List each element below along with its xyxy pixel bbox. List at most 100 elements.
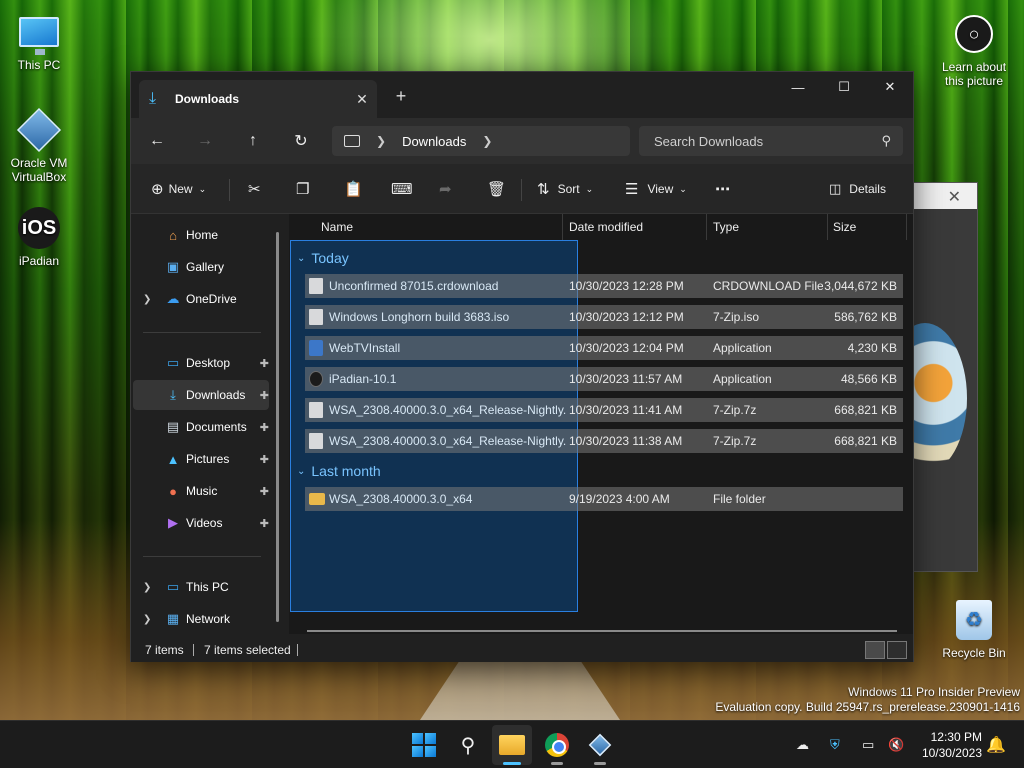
- sidebar-item-desktop[interactable]: ▭ Desktop ✚: [133, 348, 269, 378]
- taskbar: ⚲ ☁ ⛨ ▭ 🔇 12:30 PM 10/30/2023 🔔: [0, 720, 1024, 768]
- up-button[interactable]: ↑: [229, 132, 277, 150]
- pin-icon[interactable]: ✚: [260, 421, 269, 434]
- taskbar-file-explorer[interactable]: [492, 725, 532, 765]
- file-row[interactable]: WSA_2308.40000.3.0_x64 9/19/2023 4:00 AM…: [305, 487, 903, 511]
- paste-button[interactable]: 📋: [344, 164, 363, 214]
- chevron-right-icon[interactable]: ❯: [143, 294, 151, 305]
- taskbar-chrome[interactable]: [537, 725, 577, 765]
- tray-security[interactable]: ⛨: [830, 721, 840, 768]
- chevron-right-icon[interactable]: ❯: [143, 582, 151, 593]
- cut-button[interactable]: ✂: [248, 164, 261, 214]
- chevron-down-icon: ⌄: [297, 252, 306, 264]
- close-window-button[interactable]: ✕: [867, 72, 913, 102]
- pin-icon[interactable]: ✚: [260, 517, 269, 530]
- download-icon: ⤓: [170, 387, 176, 402]
- column-header-date[interactable]: Date modified: [569, 214, 643, 240]
- details-view-button[interactable]: [865, 641, 885, 659]
- navigation-bar: ← → ↑ ↻ ❯ Downloads ❯ Search Downloads ⚲: [131, 118, 913, 164]
- forward-button[interactable]: →: [181, 132, 229, 150]
- desktop-icon-recycle-bin[interactable]: ♻ Recycle Bin: [936, 598, 1012, 660]
- virtualbox-icon: [16, 107, 62, 153]
- file-row[interactable]: WebTVInstall 10/30/2023 12:04 PM Applica…: [305, 336, 903, 360]
- network-icon: ▭: [862, 737, 875, 752]
- copy-icon: ❐: [296, 181, 310, 198]
- start-button[interactable]: [404, 725, 444, 765]
- windows-logo-icon: [412, 733, 436, 757]
- maximize-button[interactable]: ☐: [821, 72, 867, 102]
- sidebar-item-home[interactable]: ⌂ Home: [133, 220, 269, 250]
- address-bar[interactable]: ❯ Downloads ❯: [332, 126, 630, 156]
- chevron-right-icon[interactable]: ❯: [143, 614, 151, 625]
- sidebar-item-music[interactable]: ● Music ✚: [133, 476, 269, 506]
- sidebar-item-videos[interactable]: ▶ Videos ✚: [133, 508, 269, 538]
- sidebar-item-pictures[interactable]: ▲ Pictures ✚: [133, 444, 269, 474]
- sidebar-item-downloads[interactable]: ⤓ Downloads ✚: [133, 380, 269, 410]
- search-input[interactable]: Search Downloads ⚲: [639, 126, 903, 156]
- item-count: 7 items: [145, 643, 184, 657]
- music-icon: ●: [169, 483, 177, 499]
- group-header-last-month[interactable]: ⌄ Last month: [297, 463, 381, 479]
- tab-downloads[interactable]: ⤓ Downloads ✕: [139, 80, 377, 118]
- pin-icon[interactable]: ✚: [260, 453, 269, 466]
- sort-button[interactable]: ⇅ Sort ⌄: [537, 164, 593, 214]
- share-button[interactable]: ➦: [439, 164, 452, 214]
- folder-icon: [309, 493, 325, 505]
- desktop-icon-ipadian[interactable]: iOS iPadian: [1, 206, 77, 268]
- group-header-today[interactable]: ⌄ Today: [297, 250, 349, 266]
- file-row[interactable]: iPadian-10.1 10/30/2023 11:57 AM Applica…: [305, 367, 903, 391]
- back-button[interactable]: ←: [133, 132, 181, 150]
- minimize-button[interactable]: —: [775, 72, 821, 102]
- close-icon[interactable]: ✕: [948, 187, 961, 207]
- taskbar-virtualbox[interactable]: [580, 725, 620, 765]
- desktop-icon-learn-about-picture[interactable]: ○ Learn about this picture: [936, 12, 1012, 88]
- tray-network[interactable]: ▭: [862, 721, 874, 768]
- details-pane-button[interactable]: ◫ Details: [829, 164, 886, 214]
- sidebar-scrollbar[interactable]: [276, 232, 279, 622]
- sidebar-item-this-pc[interactable]: ❯ ▭ This PC: [133, 572, 269, 602]
- pin-icon[interactable]: ✚: [260, 357, 269, 370]
- clipboard-icon: 📋: [344, 181, 363, 198]
- file-row[interactable]: Windows Longhorn build 3683.iso 10/30/20…: [305, 305, 903, 329]
- column-header-size[interactable]: Size: [833, 214, 856, 240]
- desktop-icon-this-pc[interactable]: This PC: [1, 10, 77, 72]
- column-header-type[interactable]: Type: [713, 214, 739, 240]
- taskbar-search-button[interactable]: ⚲: [448, 725, 488, 765]
- tray-volume[interactable]: 🔇: [888, 721, 904, 768]
- sidebar-item-documents[interactable]: ▤ Documents ✚: [133, 412, 269, 442]
- view-button[interactable]: ☰ View ⌄: [625, 164, 687, 214]
- more-options-button[interactable]: ⋯: [715, 164, 730, 214]
- notification-bell-icon[interactable]: 🔔: [986, 735, 1006, 755]
- recycle-bin-icon: ♻: [956, 600, 992, 640]
- new-button[interactable]: ⊕ New ⌄: [151, 164, 206, 214]
- pin-icon[interactable]: ✚: [260, 485, 269, 498]
- background-window[interactable]: ✕: [883, 182, 978, 572]
- file-row[interactable]: WSA_2308.40000.3.0_x64_Release-Nightly..…: [305, 398, 903, 422]
- file-row[interactable]: WSA_2308.40000.3.0_x64_Release-Nightly..…: [305, 429, 903, 453]
- file-row[interactable]: Unconfirmed 87015.crdownload 10/30/2023 …: [305, 274, 903, 298]
- taskbar-clock[interactable]: 12:30 PM 10/30/2023: [922, 729, 982, 761]
- monitor-icon: [344, 135, 360, 147]
- pin-icon[interactable]: ✚: [260, 389, 269, 402]
- volume-muted-icon: 🔇: [888, 737, 905, 752]
- chevron-right-icon[interactable]: ❯: [376, 134, 386, 148]
- sidebar-item-gallery[interactable]: ▣ Gallery: [133, 252, 269, 282]
- desktop-icon: ▭: [166, 355, 180, 370]
- chevron-right-icon[interactable]: ❯: [482, 134, 492, 148]
- tiles-view-button[interactable]: [887, 641, 907, 659]
- navigation-pane: ⌂ Home ▣ Gallery ❯ ☁ OneDrive ▭ Desktop …: [131, 214, 279, 634]
- sidebar-item-network[interactable]: ❯ ▦ Network: [133, 604, 269, 634]
- refresh-button[interactable]: ↻: [277, 131, 325, 151]
- desktop-icon-virtualbox[interactable]: Oracle VM VirtualBox: [1, 107, 77, 184]
- copy-button[interactable]: ❐: [296, 164, 309, 214]
- close-tab-icon[interactable]: ✕: [347, 91, 377, 108]
- delete-button[interactable]: 🗑: [487, 164, 506, 214]
- horizontal-scrollbar[interactable]: [307, 630, 897, 632]
- column-header-name[interactable]: Name: [321, 214, 353, 240]
- tray-onedrive[interactable]: ☁: [796, 721, 809, 768]
- rename-button[interactable]: ⌨: [391, 164, 413, 214]
- sidebar-item-onedrive[interactable]: ❯ ☁ OneDrive: [133, 284, 269, 314]
- virtualbox-icon: [588, 733, 612, 757]
- picture-icon: ▲: [166, 451, 180, 467]
- breadcrumb-downloads[interactable]: Downloads: [402, 134, 466, 149]
- new-tab-button[interactable]: +: [389, 84, 413, 108]
